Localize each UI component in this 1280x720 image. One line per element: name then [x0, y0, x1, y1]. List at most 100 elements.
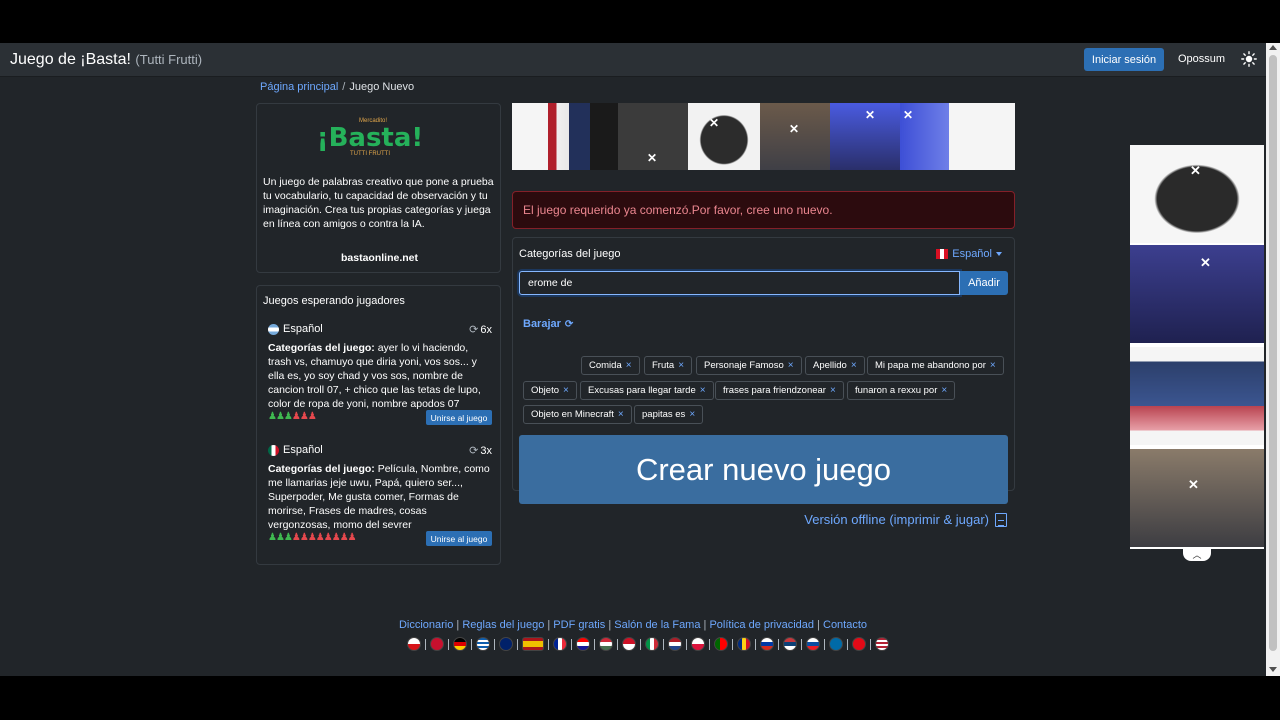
ad-image[interactable]: ✕: [830, 103, 900, 170]
close-icon[interactable]: ×: [990, 360, 996, 371]
language-dropdown[interactable]: Español: [936, 248, 1002, 260]
close-icon[interactable]: ×: [563, 385, 569, 396]
france-flag-icon[interactable]: [553, 637, 567, 651]
czech-flag-icon[interactable]: [407, 637, 421, 651]
category-chip[interactable]: Apellido ×: [805, 356, 865, 375]
russia-flag-icon[interactable]: [760, 637, 774, 651]
footer-link-dictionary[interactable]: Diccionario: [399, 619, 453, 631]
category-chip[interactable]: Comida ×: [581, 356, 640, 375]
ad-image[interactable]: ✕: [900, 103, 970, 170]
close-icon[interactable]: ×: [788, 360, 794, 371]
greece-flag-icon[interactable]: [476, 637, 490, 651]
poland-flag-icon[interactable]: [691, 637, 705, 651]
close-icon[interactable]: ×: [700, 385, 706, 396]
ad-image[interactable]: ✕: [1130, 245, 1264, 343]
close-icon[interactable]: ✕: [1200, 255, 1211, 271]
portugal-flag-icon[interactable]: [714, 637, 728, 651]
chevron-up-icon[interactable]: ︿: [1183, 547, 1211, 561]
usa-flag-icon[interactable]: [875, 637, 889, 651]
offline-version-link[interactable]: Versión offline (imprimir & jugar): [804, 512, 1007, 527]
footer-link-pdf[interactable]: PDF gratis: [553, 619, 605, 631]
category-chip[interactable]: funaron a rexxu por ×: [847, 381, 956, 400]
ad-image[interactable]: [970, 103, 1015, 170]
close-icon[interactable]: ×: [618, 409, 624, 420]
login-button[interactable]: Iniciar sesión: [1084, 48, 1164, 71]
create-game-button[interactable]: Crear nuevo juego: [519, 435, 1008, 504]
close-icon[interactable]: ×: [678, 360, 684, 371]
footer-link-privacy[interactable]: Política de privacidad: [709, 619, 814, 631]
breadcrumb-current: Juego Nuevo: [349, 81, 415, 93]
close-icon[interactable]: ✕: [1188, 477, 1199, 493]
ad-image[interactable]: [512, 103, 548, 170]
sun-icon[interactable]: [1241, 51, 1257, 67]
close-icon[interactable]: ✕: [902, 109, 914, 121]
close-icon[interactable]: ✕: [864, 109, 876, 121]
uk-flag-icon[interactable]: [499, 637, 513, 651]
footer-link-hall-of-fame[interactable]: Salón de la Fama: [614, 619, 700, 631]
close-icon[interactable]: ✕: [788, 123, 800, 135]
category-chip[interactable]: frases para friendzonear ×: [715, 381, 844, 400]
close-icon[interactable]: ✕: [646, 152, 658, 164]
game-language-label: Español: [283, 323, 323, 335]
breadcrumb: Página principal / Juego Nuevo: [260, 81, 414, 93]
chip-label: Mi papa me abandono por: [875, 360, 986, 371]
intro-description: Un juego de palabras creativo que pone a…: [263, 176, 494, 230]
category-chip[interactable]: Objeto ×: [523, 381, 577, 400]
scroll-down-arrow-icon[interactable]: [1269, 667, 1277, 672]
close-icon[interactable]: ×: [830, 385, 836, 396]
close-icon[interactable]: ×: [626, 360, 632, 371]
category-chip[interactable]: Personaje Famoso ×: [696, 356, 802, 375]
category-chip[interactable]: papitas es ×: [634, 405, 704, 424]
join-game-button[interactable]: Unirse al juego: [426, 410, 492, 425]
page-scrollbar[interactable]: [1266, 43, 1280, 676]
add-category-button[interactable]: Añadir: [960, 271, 1008, 295]
chip-label: Objeto en Minecraft: [531, 409, 614, 420]
spain-flag-icon[interactable]: [522, 637, 544, 651]
germany-flag-icon[interactable]: [453, 637, 467, 651]
slovakia-flag-icon[interactable]: [806, 637, 820, 651]
close-icon[interactable]: ×: [941, 385, 947, 396]
basta-logo[interactable]: Mercadito! ¡Basta! TUTTI FRUTTI: [315, 118, 425, 160]
side-ad[interactable]: ✕ ✕ ✕: [1130, 145, 1264, 549]
player-slots: ♟♟♟♟♟♟: [268, 411, 317, 422]
close-icon[interactable]: ×: [689, 409, 695, 420]
category-input[interactable]: [519, 271, 960, 295]
brand-subtitle: (Tutti Frutti): [135, 52, 203, 67]
hungary-flag-icon[interactable]: [599, 637, 613, 651]
turkey-flag-icon[interactable]: [852, 637, 866, 651]
denmark-flag-icon[interactable]: [430, 637, 444, 651]
site-brand[interactable]: Juego de ¡Basta! (Tutti Frutti): [10, 51, 202, 69]
croatia-flag-icon[interactable]: [576, 637, 590, 651]
ad-image[interactable]: ✕: [1130, 449, 1264, 547]
join-game-button[interactable]: Unirse al juego: [426, 531, 492, 546]
scrollbar-thumb[interactable]: [1269, 55, 1277, 651]
serbia-flag-icon[interactable]: [783, 637, 797, 651]
footer-link-contact[interactable]: Contacto: [823, 619, 867, 631]
indonesia-flag-icon[interactable]: [622, 637, 636, 651]
ad-image[interactable]: [1130, 347, 1264, 445]
scroll-up-arrow-icon[interactable]: [1269, 45, 1277, 50]
romania-flag-icon[interactable]: [737, 637, 751, 651]
close-icon[interactable]: ✕: [708, 117, 720, 129]
ad-image[interactable]: ✕: [618, 103, 688, 170]
peru-flag-icon: [936, 249, 949, 259]
ad-banner[interactable]: ✕ ✕ ✕ ✕ ✕: [512, 103, 1015, 170]
breadcrumb-home-link[interactable]: Página principal: [260, 81, 338, 93]
refresh-icon: ⟳: [469, 324, 479, 336]
close-icon[interactable]: ×: [851, 360, 857, 371]
ad-image[interactable]: ✕: [1130, 145, 1264, 243]
close-icon[interactable]: ✕: [1190, 163, 1201, 179]
category-chip[interactable]: Excusas para llegar tarde ×: [580, 381, 714, 400]
sweden-flag-icon[interactable]: [829, 637, 843, 651]
ad-image[interactable]: [548, 103, 618, 170]
netherlands-flag-icon[interactable]: [668, 637, 682, 651]
category-chip[interactable]: Mi papa me abandono por ×: [867, 356, 1004, 375]
ad-image[interactable]: ✕: [760, 103, 830, 170]
category-chip[interactable]: Objeto en Minecraft ×: [523, 405, 632, 424]
username-link[interactable]: Opossum: [1178, 53, 1225, 65]
italy-flag-icon[interactable]: [645, 637, 659, 651]
footer-link-rules[interactable]: Reglas del juego: [462, 619, 544, 631]
ad-image[interactable]: ✕: [688, 103, 760, 170]
category-chip[interactable]: Fruta ×: [644, 356, 693, 375]
shuffle-button[interactable]: Barajar ⟳: [523, 318, 573, 330]
